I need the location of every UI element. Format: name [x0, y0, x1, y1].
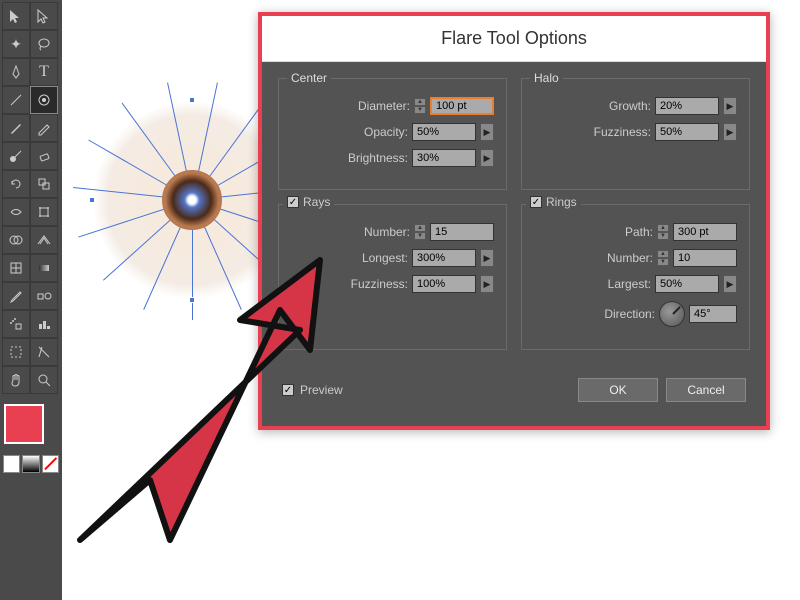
rings-checkbox[interactable]: ✓ — [530, 196, 542, 208]
path-field[interactable]: 300 pt — [673, 223, 737, 241]
color-mode-swatch[interactable] — [3, 455, 20, 473]
path-stepper[interactable]: ▲▼ — [657, 224, 669, 240]
line-segment-tool[interactable] — [2, 86, 30, 114]
brightness-slider-button[interactable]: ▶ — [480, 149, 494, 167]
brightness-label: Brightness: — [348, 151, 408, 165]
halo-fuzziness-slider-button[interactable]: ▶ — [723, 123, 737, 141]
eraser-tool[interactable] — [30, 142, 58, 170]
rays-number-stepper[interactable]: ▲▼ — [414, 224, 426, 240]
cancel-button[interactable]: Cancel — [666, 378, 746, 402]
stepper-down-icon[interactable]: ▼ — [414, 106, 426, 114]
largest-label: Largest: — [608, 277, 651, 291]
diameter-label: Diameter: — [358, 99, 410, 113]
selection-handle[interactable] — [189, 97, 195, 103]
selection-handle[interactable] — [89, 197, 95, 203]
symbol-sprayer-tool[interactable] — [2, 310, 30, 338]
center-group: Center Diameter: ▲▼ 100 pt Opacity: 50% … — [278, 78, 507, 190]
width-tool[interactable] — [2, 198, 30, 226]
rings-number-stepper[interactable]: ▲▼ — [657, 250, 669, 266]
slice-tool[interactable] — [30, 338, 58, 366]
direction-field[interactable]: 45° — [689, 305, 737, 323]
none-mode-swatch[interactable] — [42, 455, 59, 473]
stepper-down-icon[interactable]: ▼ — [657, 232, 669, 240]
rays-fuzziness-label: Fuzziness: — [351, 277, 408, 291]
longest-slider-button[interactable]: ▶ — [480, 249, 494, 267]
rotate-tool[interactable] — [2, 170, 30, 198]
stepper-up-icon[interactable]: ▲ — [657, 250, 669, 258]
stepper-down-icon[interactable]: ▼ — [414, 232, 426, 240]
preview-label: Preview — [300, 383, 343, 397]
opacity-label: Opacity: — [364, 125, 408, 139]
longest-label: Longest: — [362, 251, 408, 265]
direction-dial[interactable] — [659, 301, 685, 327]
column-graph-tool[interactable] — [30, 310, 58, 338]
brightness-field[interactable]: 30% — [412, 149, 476, 167]
shape-builder-tool[interactable] — [2, 226, 30, 254]
diameter-field[interactable]: 100 pt — [430, 97, 494, 115]
type-tool[interactable]: T — [30, 58, 58, 86]
direct-selection-tool[interactable] — [30, 2, 58, 30]
halo-fuzziness-field[interactable]: 50% — [655, 123, 719, 141]
rays-group-title: Rays — [303, 195, 330, 209]
stepper-up-icon[interactable]: ▲ — [414, 224, 426, 232]
stepper-down-icon[interactable]: ▼ — [657, 258, 669, 266]
blend-tool[interactable] — [30, 282, 58, 310]
largest-field[interactable]: 50% — [655, 275, 719, 293]
preview-checkbox[interactable]: ✓ — [282, 384, 294, 396]
selection-tool[interactable] — [2, 2, 30, 30]
rings-number-field[interactable]: 10 — [673, 249, 737, 267]
longest-field[interactable]: 300% — [412, 249, 476, 267]
flare-center — [162, 170, 222, 230]
tools-panel: ✦ T — [0, 0, 62, 600]
flare-tool[interactable] — [30, 86, 58, 114]
growth-slider-button[interactable]: ▶ — [723, 97, 737, 115]
rays-checkbox[interactable]: ✓ — [287, 196, 299, 208]
rings-group: ✓ Rings Path: ▲▼ 300 pt Number: ▲▼ 10 La… — [521, 204, 750, 350]
free-transform-tool[interactable] — [30, 198, 58, 226]
scale-tool[interactable] — [30, 170, 58, 198]
rays-number-field[interactable]: 15 — [430, 223, 494, 241]
opacity-field[interactable]: 50% — [412, 123, 476, 141]
rays-number-label: Number: — [364, 225, 410, 239]
mesh-tool[interactable] — [2, 254, 30, 282]
halo-fuzziness-label: Fuzziness: — [594, 125, 651, 139]
growth-field[interactable]: 20% — [655, 97, 719, 115]
flare-tool-options-dialog: Flare Tool Options Center Diameter: ▲▼ 1… — [258, 12, 770, 430]
stepper-up-icon[interactable]: ▲ — [414, 98, 426, 106]
stepper-up-icon[interactable]: ▲ — [657, 224, 669, 232]
rays-fuzziness-field[interactable]: 100% — [412, 275, 476, 293]
blob-brush-tool[interactable] — [2, 142, 30, 170]
opacity-slider-button[interactable]: ▶ — [480, 123, 494, 141]
pencil-tool[interactable] — [30, 114, 58, 142]
pen-tool[interactable] — [2, 58, 30, 86]
zoom-tool[interactable] — [30, 366, 58, 394]
halo-group: Halo Growth: 20% ▶ Fuzziness: 50% ▶ — [521, 78, 750, 190]
rays-group: ✓ Rays Number: ▲▼ 15 Longest: 300% ▶ Fuz… — [278, 204, 507, 350]
paintbrush-tool[interactable] — [2, 114, 30, 142]
ok-button[interactable]: OK — [578, 378, 658, 402]
gradient-mode-swatch[interactable] — [22, 455, 39, 473]
perspective-grid-tool[interactable] — [30, 226, 58, 254]
magic-wand-tool[interactable]: ✦ — [2, 30, 30, 58]
largest-slider-button[interactable]: ▶ — [723, 275, 737, 293]
gradient-tool[interactable] — [30, 254, 58, 282]
rays-fuzziness-slider-button[interactable]: ▶ — [480, 275, 494, 293]
lasso-tool[interactable] — [30, 30, 58, 58]
path-label: Path: — [625, 225, 653, 239]
halo-group-title: Halo — [530, 71, 563, 85]
rings-number-label: Number: — [607, 251, 653, 265]
color-swatches — [2, 402, 60, 474]
hand-tool[interactable] — [2, 366, 30, 394]
growth-label: Growth: — [609, 99, 651, 113]
artboard-tool[interactable] — [2, 338, 30, 366]
fill-color-swatch[interactable] — [4, 404, 44, 444]
selection-handle[interactable] — [189, 297, 195, 303]
eyedropper-tool[interactable] — [2, 282, 30, 310]
center-group-title: Center — [287, 71, 331, 85]
diameter-stepper[interactable]: ▲▼ — [414, 98, 426, 114]
dialog-title: Flare Tool Options — [262, 16, 766, 62]
direction-label: Direction: — [604, 307, 655, 321]
rings-group-title: Rings — [546, 195, 577, 209]
